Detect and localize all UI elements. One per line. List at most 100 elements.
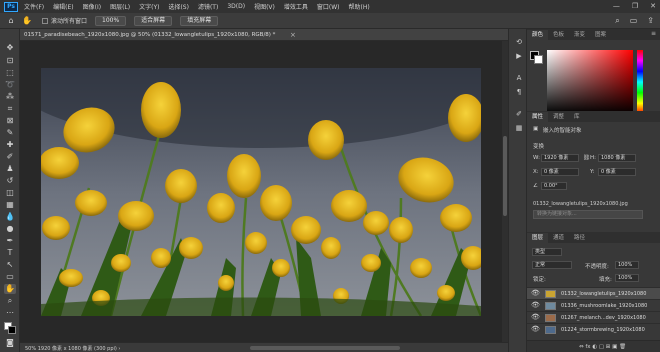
history-panel-icon[interactable]: ⟲ — [514, 37, 524, 47]
menu-filter[interactable]: 滤镜(T) — [198, 2, 218, 11]
search-icon[interactable]: ⌕ — [615, 16, 619, 26]
tab-channels[interactable]: 通道 — [548, 233, 569, 243]
menu-3d[interactable]: 3D(D) — [227, 3, 245, 10]
fit-screen-button[interactable]: 适合屏幕 — [134, 15, 173, 26]
minimize-icon[interactable]: — — [613, 2, 620, 10]
brush-tool-icon[interactable]: ✐ — [4, 152, 16, 162]
lasso-tool-icon[interactable]: ➰ — [4, 80, 16, 90]
tab-libraries[interactable]: 库 — [569, 112, 585, 122]
canvas-horizontal-scrollbar[interactable] — [250, 346, 400, 350]
quick-mask-icon[interactable]: ◙ — [4, 338, 16, 348]
opacity-field[interactable]: 100% — [615, 261, 639, 269]
type-tool-icon[interactable]: T — [4, 248, 16, 258]
width-field[interactable]: 1920 像素 — [541, 154, 579, 162]
magic-wand-icon[interactable]: ⁂ — [4, 92, 16, 102]
tab-properties[interactable]: 属性 — [527, 112, 549, 122]
crop-tool-icon[interactable]: ⌗ — [4, 104, 16, 114]
convert-linked-button[interactable]: 转换为链接对象... — [533, 210, 643, 219]
visibility-eye-icon[interactable]: 👁 — [531, 301, 540, 309]
brush-settings-icon[interactable]: ✐ — [514, 109, 524, 119]
frame-tool-icon[interactable]: ⊠ — [4, 116, 16, 126]
scroll-all-checkbox[interactable] — [42, 17, 48, 24]
menu-layer[interactable]: 图层(L) — [110, 2, 130, 11]
layer-filter-select[interactable]: 类型 — [532, 248, 562, 256]
visibility-eye-icon[interactable]: 👁 — [531, 325, 540, 333]
photoshop-logo-icon[interactable]: Ps — [4, 1, 18, 12]
menu-image[interactable]: 图像(I) — [83, 2, 101, 11]
zoom-100-button[interactable]: 100% — [95, 15, 127, 26]
y-field[interactable]: 0 像素 — [598, 168, 636, 176]
close-tab-icon[interactable]: × — [290, 31, 296, 39]
eyedropper-icon[interactable]: ✎ — [4, 128, 16, 138]
tools-panel: ✥ ⊡ ⬚ ➰ ⁂ ⌗ ⊠ ✎ ✚ ✐ ♟ ↺ ◫ ▦ 💧 ● ✒ T ↖ ▭ … — [0, 29, 20, 352]
menu-file[interactable]: 文件(F) — [24, 2, 44, 11]
background-color-swatch[interactable] — [8, 326, 16, 334]
pen-tool-icon[interactable]: ✒ — [4, 236, 16, 246]
height-field[interactable]: 1080 像素 — [598, 154, 636, 162]
link-icon[interactable]: ⛓ — [583, 155, 590, 161]
swatches-panel-icon[interactable]: ▦ — [514, 123, 524, 133]
healing-brush-icon[interactable]: ✚ — [4, 140, 16, 150]
document-image[interactable] — [41, 68, 481, 316]
tab-layers[interactable]: 图层 — [527, 233, 549, 243]
history-brush-icon[interactable]: ↺ — [4, 176, 16, 186]
move-tool-icon[interactable]: ✥ — [4, 43, 16, 53]
fill-field[interactable]: 100% — [615, 274, 639, 282]
zoom-tool-icon[interactable]: ⌕ — [4, 296, 16, 306]
actions-panel-icon[interactable]: ▶ — [514, 51, 524, 61]
tab-paths[interactable]: 路径 — [569, 233, 590, 243]
layer-thumbnail — [545, 302, 556, 310]
menu-window[interactable]: 窗口(W) — [317, 2, 340, 11]
blend-mode-select[interactable]: 正常 — [532, 261, 572, 269]
hand-tool-active-icon[interactable]: ✋ — [4, 284, 16, 294]
paragraph-panel-icon[interactable]: ¶ — [514, 87, 524, 97]
character-panel-icon[interactable]: A — [514, 73, 524, 83]
menu-type[interactable]: 文字(Y) — [139, 2, 159, 11]
layer-row[interactable]: 👁 01267_melanch...dev_1920x1080 — [527, 311, 660, 323]
share-icon[interactable]: ⇪ — [647, 16, 654, 26]
eraser-tool-icon[interactable]: ◫ — [4, 188, 16, 198]
rectangle-tool-icon[interactable]: ▭ — [4, 272, 16, 282]
marquee-tool-icon[interactable]: ⬚ — [4, 68, 16, 78]
background-color-chip[interactable] — [534, 55, 543, 64]
workspace-icon[interactable]: ▭ — [630, 16, 638, 26]
x-field[interactable]: 0 像素 — [541, 168, 579, 176]
path-select-icon[interactable]: ↖ — [4, 260, 16, 270]
hue-slider[interactable] — [637, 50, 643, 114]
visibility-eye-icon[interactable]: 👁 — [531, 289, 540, 297]
artboard-tool-icon[interactable]: ⊡ — [4, 56, 16, 66]
layers-footer-icons[interactable]: ⇔ fx ◐ ▢ ⊞ ▣ 🗑 — [579, 344, 626, 350]
tab-gradients[interactable]: 渐变 — [569, 30, 590, 40]
tab-adjustments[interactable]: 调整 — [548, 112, 569, 122]
color-saturation-field[interactable] — [547, 50, 633, 114]
blur-tool-icon[interactable]: 💧 — [4, 212, 16, 222]
color-panel-menu-icon[interactable]: ≡ — [651, 30, 656, 37]
maximize-icon[interactable]: ❐ — [632, 2, 638, 10]
menu-plugins[interactable]: 增效工具 — [284, 2, 308, 11]
home-icon[interactable]: ⌂ — [6, 16, 16, 26]
layer-row[interactable]: 👁 01332_lowangletulips_1920x1080 — [527, 287, 660, 299]
tab-patterns[interactable]: 图案 — [590, 30, 611, 40]
clone-stamp-icon[interactable]: ♟ — [4, 164, 16, 174]
layer-row[interactable]: 👁 01224_stormbrewing_1920x1080 — [527, 323, 660, 335]
document-tab[interactable]: 01571_paradisebeach_1920x1080.jpg @ 50% … — [20, 29, 508, 41]
gradient-tool-icon[interactable]: ▦ — [4, 200, 16, 210]
angle-field[interactable]: 0.00° — [541, 182, 567, 190]
menu-select[interactable]: 选择(S) — [168, 2, 189, 11]
menu-edit[interactable]: 编辑(E) — [53, 2, 73, 11]
visibility-eye-icon[interactable]: 👁 — [531, 313, 540, 321]
dodge-tool-icon[interactable]: ● — [4, 224, 16, 234]
scrollbar-thumb[interactable] — [503, 136, 507, 216]
close-icon[interactable]: ✕ — [650, 2, 656, 10]
tab-swatches[interactable]: 色板 — [548, 30, 569, 40]
status-text: 50% 1920 像素 x 1080 像素 (300 ppi) › — [25, 346, 121, 352]
layer-row[interactable]: 👁 01336_mushroomlake_1920x1080 — [527, 299, 660, 311]
menu-help[interactable]: 帮助(H) — [349, 2, 370, 11]
hand-tool-icon[interactable]: ✋ — [22, 16, 32, 26]
more-tools-icon[interactable]: ⋯ — [4, 308, 16, 318]
menu-view[interactable]: 视图(V) — [254, 2, 275, 11]
x-label: X: — [533, 169, 539, 175]
fill-screen-button[interactable]: 填充屏幕 — [180, 15, 219, 26]
panel-icon-column: ⟲ ▶ A ¶ ✐ ▦ — [508, 29, 527, 352]
tab-color[interactable]: 颜色 — [527, 30, 549, 40]
